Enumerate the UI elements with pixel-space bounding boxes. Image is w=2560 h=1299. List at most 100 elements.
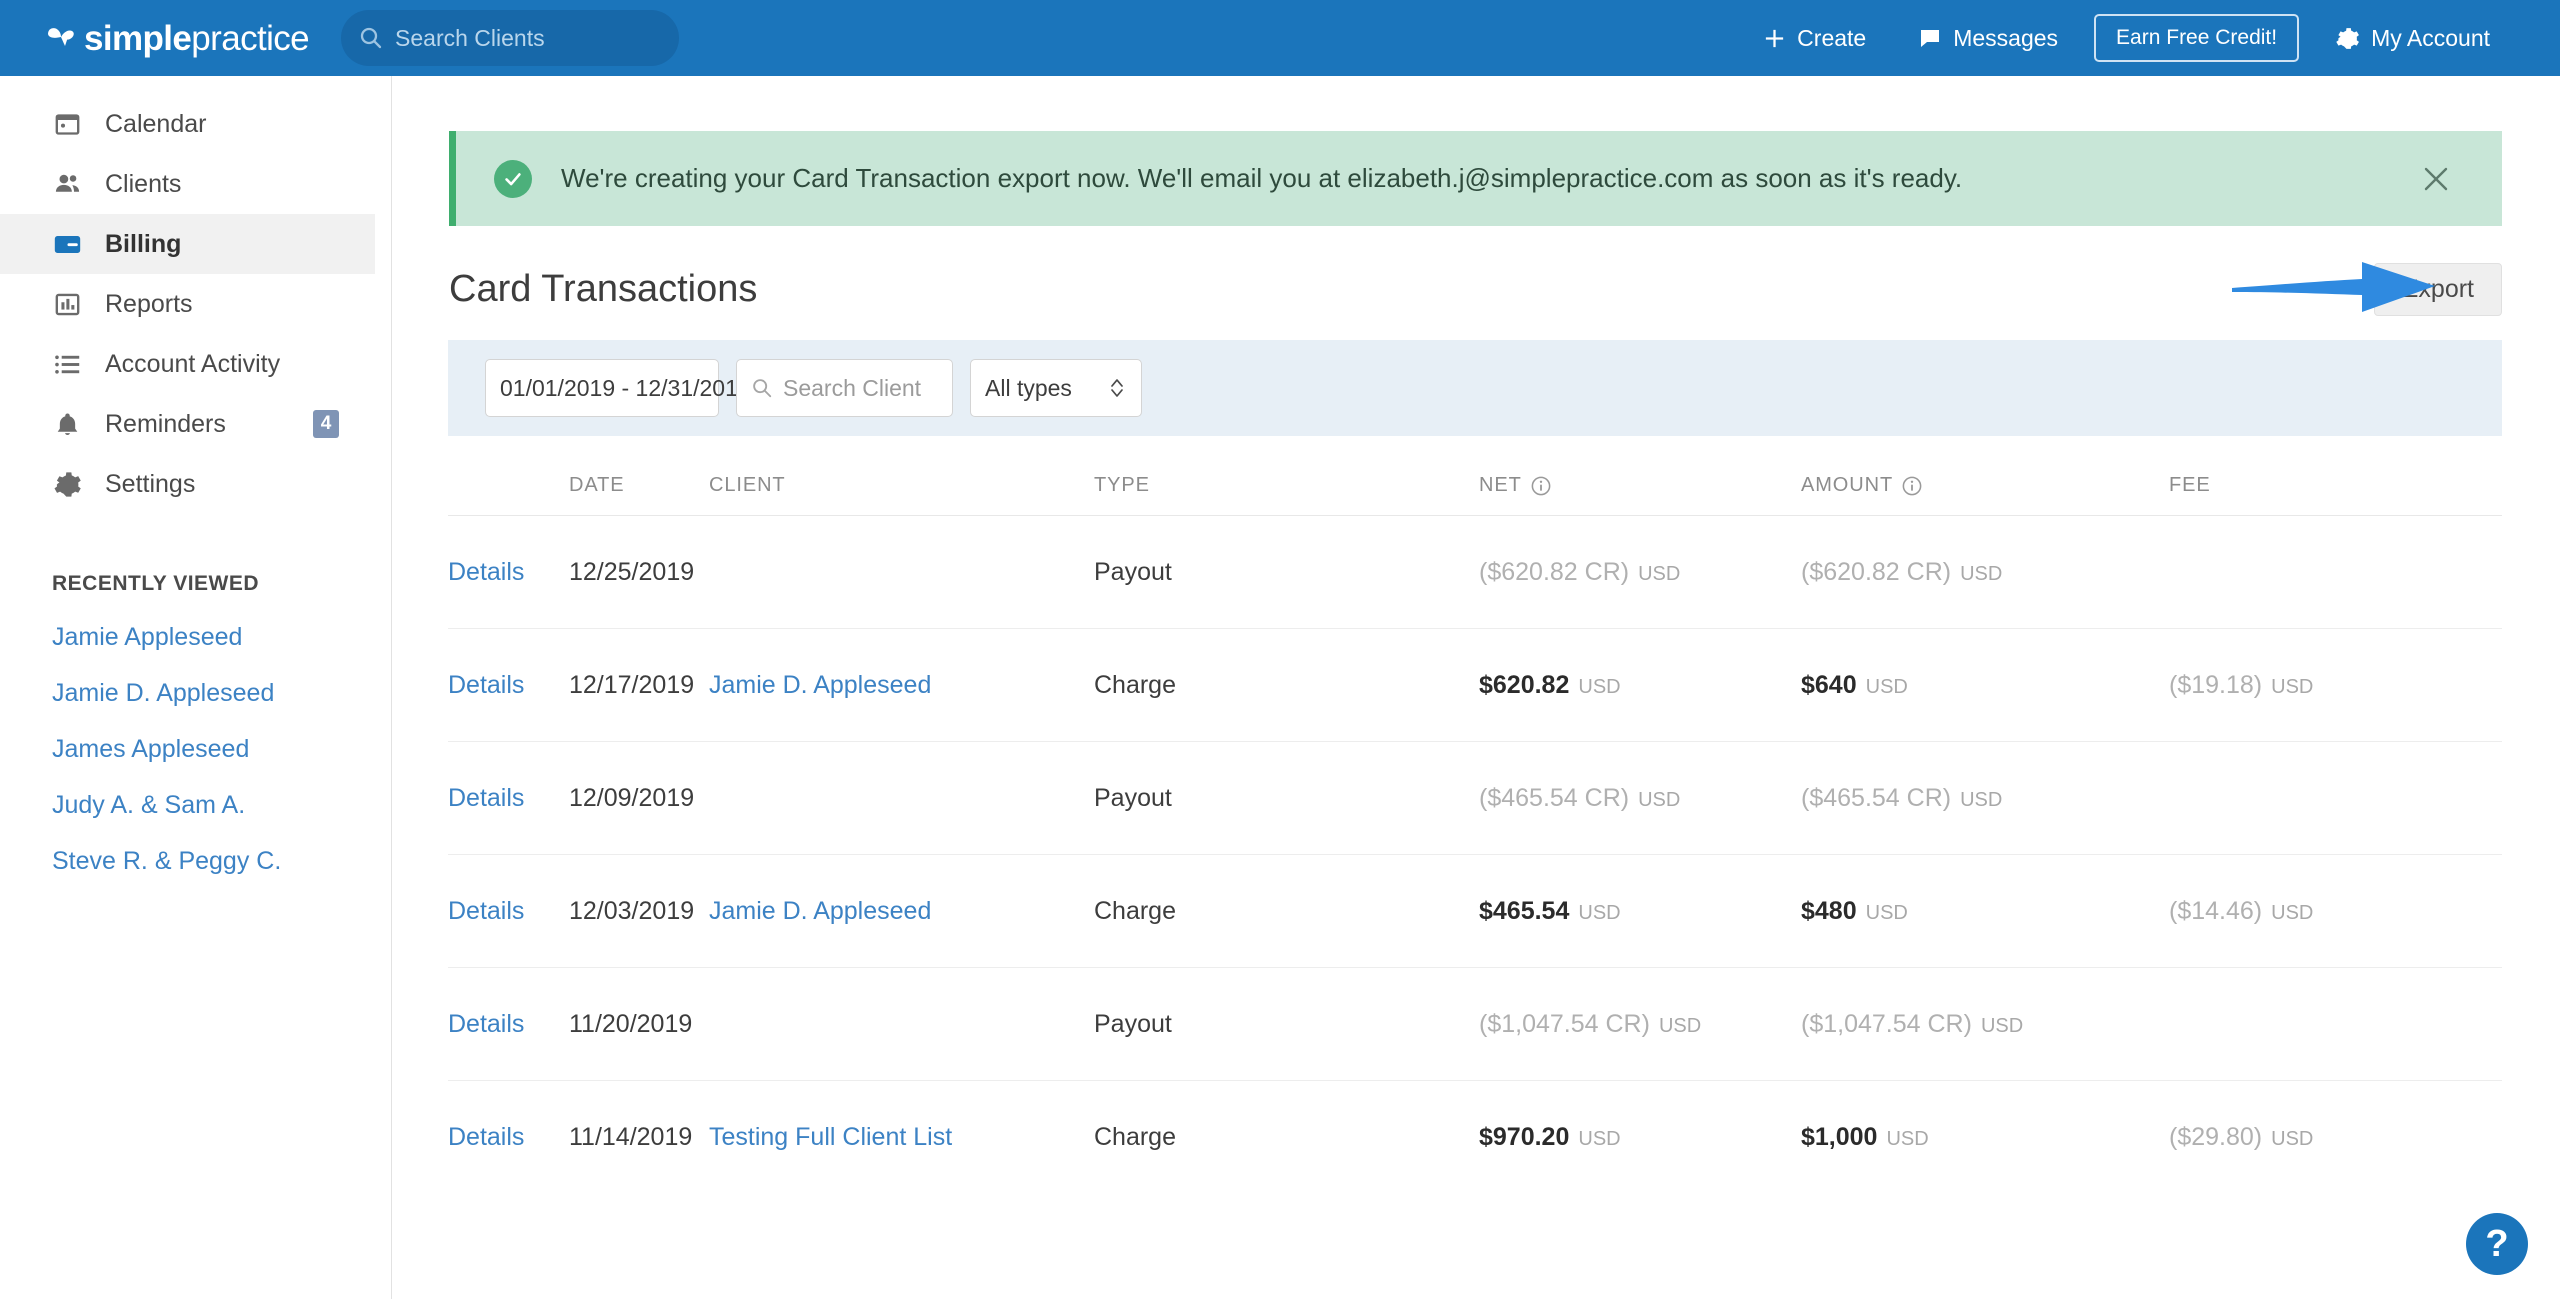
card-transactions-table: DATE CLIENT TYPE NET AMOUNT FEE Details … [392,456,2560,1194]
details-link[interactable]: Details [448,1123,524,1151]
gear-icon [2336,27,2360,49]
details-link[interactable]: Details [448,671,524,699]
cell-fee: ($19.18) [2169,670,2263,699]
check-circle-icon [494,159,532,198]
cell-date: 12/25/2019 [569,557,695,586]
table-row[interactable]: Details 12/17/2019 Jamie D. Appleseed Ch… [448,629,2502,742]
transaction-type-select[interactable]: All types [970,359,1142,417]
help-button[interactable]: ? [2466,1213,2528,1275]
global-search-placeholder: Search Clients [395,24,545,51]
cell-date: 12/03/2019 [569,896,695,925]
search-client-input[interactable]: Search Client [736,359,953,417]
table-header-net-label: NET [1479,474,1522,496]
sidebar-item-calendar[interactable]: Calendar [0,94,375,154]
sidebar-item-reports[interactable]: Reports [0,274,375,334]
cell-client[interactable]: Jamie D. Appleseed [709,671,931,699]
cell-amount: $480 [1801,896,1857,925]
messages-label: Messages [1953,24,2059,51]
table-header-amount: AMOUNT [1801,474,2169,497]
recently-viewed-item[interactable]: Steve R. & Peggy C. [52,847,391,876]
banner-message: We're creating your Card Transaction exp… [561,163,1963,193]
cell-amount: $1,000 [1801,1123,1878,1151]
cell-amount-currency: USD [1865,901,1908,924]
cell-net-currency: USD [1578,675,1621,698]
table-row[interactable]: Details 12/03/2019 Jamie D. Appleseed Ch… [448,855,2502,968]
sidebar-item-label: Reports [105,289,193,318]
logo-text-light: practice [191,18,310,58]
cell-amount-currency: USD [1886,1128,1929,1150]
reminders-badge: 4 [313,410,339,438]
table-row[interactable]: Details 11/14/2019 Testing Full Client L… [448,1081,2502,1194]
global-search-input[interactable]: Search Clients [341,10,680,66]
messages-button[interactable]: Messages [1892,12,2084,64]
close-icon[interactable] [2419,162,2453,196]
list-icon [52,349,82,379]
gear-icon [52,469,82,499]
export-button[interactable]: Export [2373,262,2502,316]
cell-net: ($620.82 CR) [1479,557,1630,586]
cell-net: $970.20 [1479,1123,1570,1151]
info-icon[interactable] [1530,475,1552,497]
sidebar-item-clients[interactable]: Clients [0,154,375,214]
table-header-row: DATE CLIENT TYPE NET AMOUNT FEE [448,456,2502,516]
calendar-icon [52,109,82,139]
cell-net-currency: USD [1658,1014,1702,1037]
cell-date: 11/20/2019 [569,1009,693,1038]
earn-free-credit-label: Earn Free Credit! [2116,26,2278,49]
transaction-type-value: All types [985,374,1072,401]
cell-amount: $640 [1801,670,1857,699]
date-range-value: 01/01/2019 - 12/31/2019 [500,374,751,401]
export-status-banner: We're creating your Card Transaction exp… [449,131,2502,226]
cell-fee-currency: USD [2271,1128,2314,1150]
logo-text-bold: simple [84,18,192,58]
top-navigation-bar: simplepractice Search Clients Create Mes… [0,0,2560,76]
sidebar-item-account-activity[interactable]: Account Activity [0,334,375,394]
sidebar-item-label: Billing [105,229,182,258]
cell-net-currency: USD [1638,562,1681,585]
sidebar-item-label: Settings [105,469,196,498]
app-logo[interactable]: simplepractice [44,18,310,58]
info-icon[interactable] [1901,475,1923,497]
question-mark-icon: ? [2485,1222,2509,1265]
recently-viewed-item[interactable]: Jamie D. Appleseed [52,679,391,708]
details-link[interactable]: Details [448,784,524,812]
cell-amount: ($465.54 CR) [1801,783,1952,812]
cell-net: ($1,047.54 CR) [1479,1009,1650,1038]
sidebar-item-label: Reminders [105,409,226,438]
cell-amount-currency: USD [1960,562,2003,585]
cell-client[interactable]: Jamie D. Appleseed [709,897,931,925]
bar-chart-icon [52,289,82,319]
people-icon [52,169,82,199]
cell-fee-currency: USD [2271,901,2314,924]
table-row[interactable]: Details 12/09/2019 Payout ($465.54 CR) US… [448,742,2502,855]
sidebar-item-settings[interactable]: Settings [0,454,375,514]
date-range-picker[interactable]: 01/01/2019 - 12/31/2019 [485,359,751,417]
sidebar-item-billing[interactable]: Billing [0,214,375,274]
sidebar-item-reminders[interactable]: Reminders 4 [0,394,375,454]
recently-viewed-header: RECENTLY VIEWED [52,572,260,595]
table-row[interactable]: Details 12/25/2019 Payout ($620.82 CR) US… [448,516,2502,629]
cell-type: Payout [1094,783,1172,812]
cell-type: Charge [1094,670,1176,699]
table-row[interactable]: Details 11/20/2019 Payout ($1,047.54 CR)… [448,968,2502,1081]
create-button[interactable]: Create [1737,12,1892,64]
recently-viewed-item[interactable]: Judy A. & Sam A. [52,791,391,820]
export-button-label: Export [2401,274,2474,303]
my-account-button[interactable]: My Account [2309,12,2516,64]
recently-viewed-item[interactable]: James Appleseed [52,735,391,764]
cell-net: ($465.54 CR) [1479,783,1630,812]
details-link[interactable]: Details [448,1010,524,1038]
top-nav-actions: Create Messages Earn Free Credit! My Acc… [1737,12,2516,64]
table-header-net: NET [1479,474,1801,497]
cell-type: Charge [1094,1123,1176,1151]
cell-net: $620.82 [1479,670,1570,699]
recently-viewed-item[interactable]: Jamie Appleseed [52,623,391,652]
logo-text: simplepractice [84,18,310,58]
earn-free-credit-button[interactable]: Earn Free Credit! [2094,14,2300,62]
details-link[interactable]: Details [448,558,524,586]
details-link[interactable]: Details [448,897,524,925]
cell-client[interactable]: Testing Full Client List [709,1123,952,1151]
create-label: Create [1797,24,1867,51]
table-header-type: TYPE [1094,474,1150,496]
sidebar-item-label: Clients [105,169,182,198]
